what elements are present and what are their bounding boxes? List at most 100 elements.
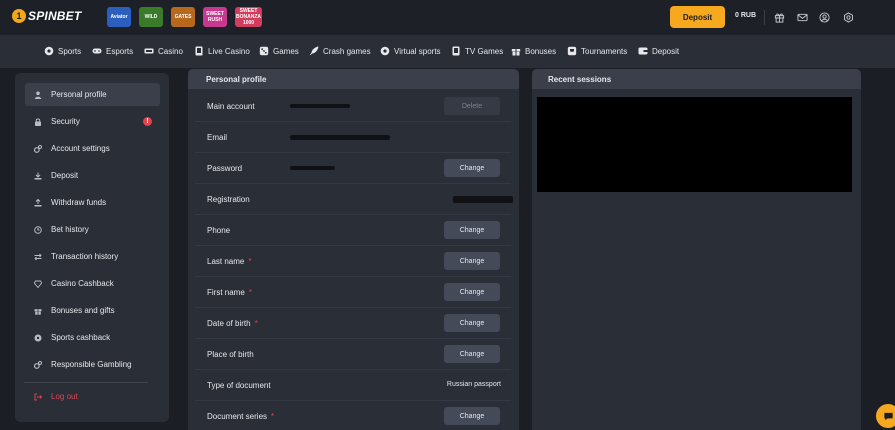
sweet-rush-promo[interactable]: SWEET RUSH — [203, 7, 227, 27]
ball-icon — [44, 46, 54, 56]
wallet-icon — [638, 47, 648, 55]
clock-icon — [34, 225, 42, 234]
sidebar-item-account-settings[interactable]: Account settings — [25, 137, 160, 160]
panel-title: Personal profile — [188, 69, 519, 89]
logout-icon — [34, 393, 42, 400]
redacted-value — [290, 104, 350, 108]
nav-casino[interactable]: Casino — [144, 46, 183, 56]
profile-row-password: Password Change — [195, 153, 511, 184]
sidebar-item-withdraw-funds[interactable]: Withdraw funds — [25, 191, 160, 214]
nav-crash-games[interactable]: Crash games — [309, 46, 371, 56]
change-date-of-birth-button[interactable]: Change — [444, 314, 500, 332]
nav-label: Crash games — [323, 46, 371, 56]
gamepad-icon — [92, 48, 102, 54]
required-mark: * — [254, 319, 258, 328]
redacted-value — [290, 166, 335, 170]
row-label: Phone — [207, 226, 230, 235]
main-nav: Sports Esports Casino Live Casino Games … — [0, 35, 895, 68]
nav-label: Tournaments — [581, 46, 628, 56]
diamond-icon — [34, 280, 42, 288]
row-label: Last name * — [207, 257, 251, 266]
change-last-name-button[interactable]: Change — [444, 252, 500, 270]
nav-live-casino[interactable]: Live Casino — [194, 46, 250, 56]
delete-account-button[interactable]: Delete — [444, 97, 500, 115]
nav-tournaments[interactable]: Tournaments — [567, 46, 627, 56]
nav-games[interactable]: Games — [259, 46, 299, 56]
settings-icon[interactable] — [842, 11, 854, 23]
sidebar-item-casino-cashback[interactable]: Casino Cashback — [25, 272, 160, 295]
olympus-promo[interactable]: GATES — [171, 7, 195, 27]
profile-row-email: Email — [195, 122, 511, 153]
profile-row-last-name: Last name * Change — [195, 246, 511, 277]
row-label: First name * — [207, 288, 252, 297]
sidebar-item-responsible-gambling[interactable]: Responsible Gambling — [25, 353, 160, 376]
nav-deposit[interactable]: Deposit — [638, 46, 679, 56]
change-document-series-button[interactable]: Change — [444, 407, 500, 425]
field-label: First name — [207, 288, 245, 297]
sidebar-item-sports-cashback[interactable]: Sports cashback — [25, 326, 160, 349]
nav-sports[interactable]: Sports — [44, 46, 81, 56]
recent-sessions-panel: Recent sessions — [532, 69, 861, 430]
aviator-promo[interactable]: Aviator — [107, 7, 131, 27]
nav-label: Live Casino — [208, 46, 250, 56]
gears-icon — [34, 360, 42, 369]
nav-esports[interactable]: Esports — [92, 46, 133, 56]
gift-icon[interactable] — [773, 11, 785, 23]
sidebar-item-deposit[interactable]: Deposit — [25, 164, 160, 187]
redacted-value — [453, 196, 513, 203]
field-label: Document series — [207, 412, 268, 421]
arrows-icon — [34, 253, 42, 260]
sidebar-item-label: Log out — [51, 392, 78, 401]
profile-row-phone: Phone Change — [195, 215, 511, 246]
header-deposit-button[interactable]: Deposit — [670, 6, 725, 28]
download-icon — [34, 172, 42, 179]
row-label: Email — [207, 133, 227, 142]
balance-display[interactable]: 0 RUB — [735, 12, 756, 19]
row-label: Registration — [207, 195, 250, 204]
cards-icon — [144, 48, 154, 54]
sidebar-item-personal-profile[interactable]: Personal profile — [25, 83, 160, 106]
personal-profile-panel: Personal profile Main account Delete Ema… — [188, 69, 519, 430]
change-password-button[interactable]: Change — [444, 159, 500, 177]
change-place-of-birth-button[interactable]: Change — [444, 345, 500, 363]
logo-text: SPINBET — [28, 9, 82, 23]
sweet-bonanza-promo[interactable]: SWEET BONANZA 1000 — [235, 7, 262, 27]
nav-virtual-sports[interactable]: Virtual sports — [380, 46, 441, 56]
document-type-value: Russian passport — [446, 381, 501, 388]
user-icon[interactable] — [818, 11, 830, 23]
chat-icon — [883, 412, 893, 420]
cup-icon — [567, 46, 577, 56]
nav-label: Casino — [158, 46, 183, 56]
required-mark: * — [248, 288, 252, 297]
profile-row-document-series: Document series * Change — [195, 401, 511, 430]
nav-label: Virtual sports — [394, 46, 441, 56]
row-label: Document series * — [207, 412, 274, 421]
chat-button[interactable] — [876, 404, 895, 428]
rocket-icon — [309, 46, 319, 56]
mail-icon[interactable] — [796, 11, 808, 23]
sidebar-divider — [24, 382, 148, 383]
promo-label: SWEET RUSH — [206, 11, 224, 23]
gift-icon — [34, 308, 42, 315]
upload-icon — [34, 198, 42, 206]
profile-row-first-name: First name * Change — [195, 277, 511, 308]
nav-label: Bonuses — [525, 46, 557, 56]
nav-label: Deposit — [652, 46, 680, 56]
sidebar-item-security[interactable]: Security ! — [25, 110, 160, 133]
redacted-value — [290, 135, 390, 140]
sidebar-item-logout[interactable]: Log out — [25, 385, 160, 408]
field-label: Last name — [207, 257, 245, 266]
security-warning-badge: ! — [143, 117, 152, 126]
field-label: Email — [207, 133, 228, 142]
nav-bonuses[interactable]: Bonuses — [511, 46, 556, 56]
sidebar-item-bonuses-and-gifts[interactable]: Bonuses and gifts — [25, 299, 160, 322]
logo[interactable]: 1 SPINBET — [12, 9, 81, 23]
sidebar-item-transaction-history[interactable]: Transaction history — [25, 245, 160, 268]
change-first-name-button[interactable]: Change — [444, 283, 500, 301]
row-label: Type of document — [207, 381, 271, 390]
change-phone-button[interactable]: Change — [444, 221, 500, 239]
sidebar-item-bet-history[interactable]: Bet history — [25, 218, 160, 241]
nav-tv-games[interactable]: TV Games — [451, 46, 503, 56]
nav-label: TV Games — [465, 46, 504, 56]
wild-promo[interactable]: WILD — [139, 7, 163, 27]
